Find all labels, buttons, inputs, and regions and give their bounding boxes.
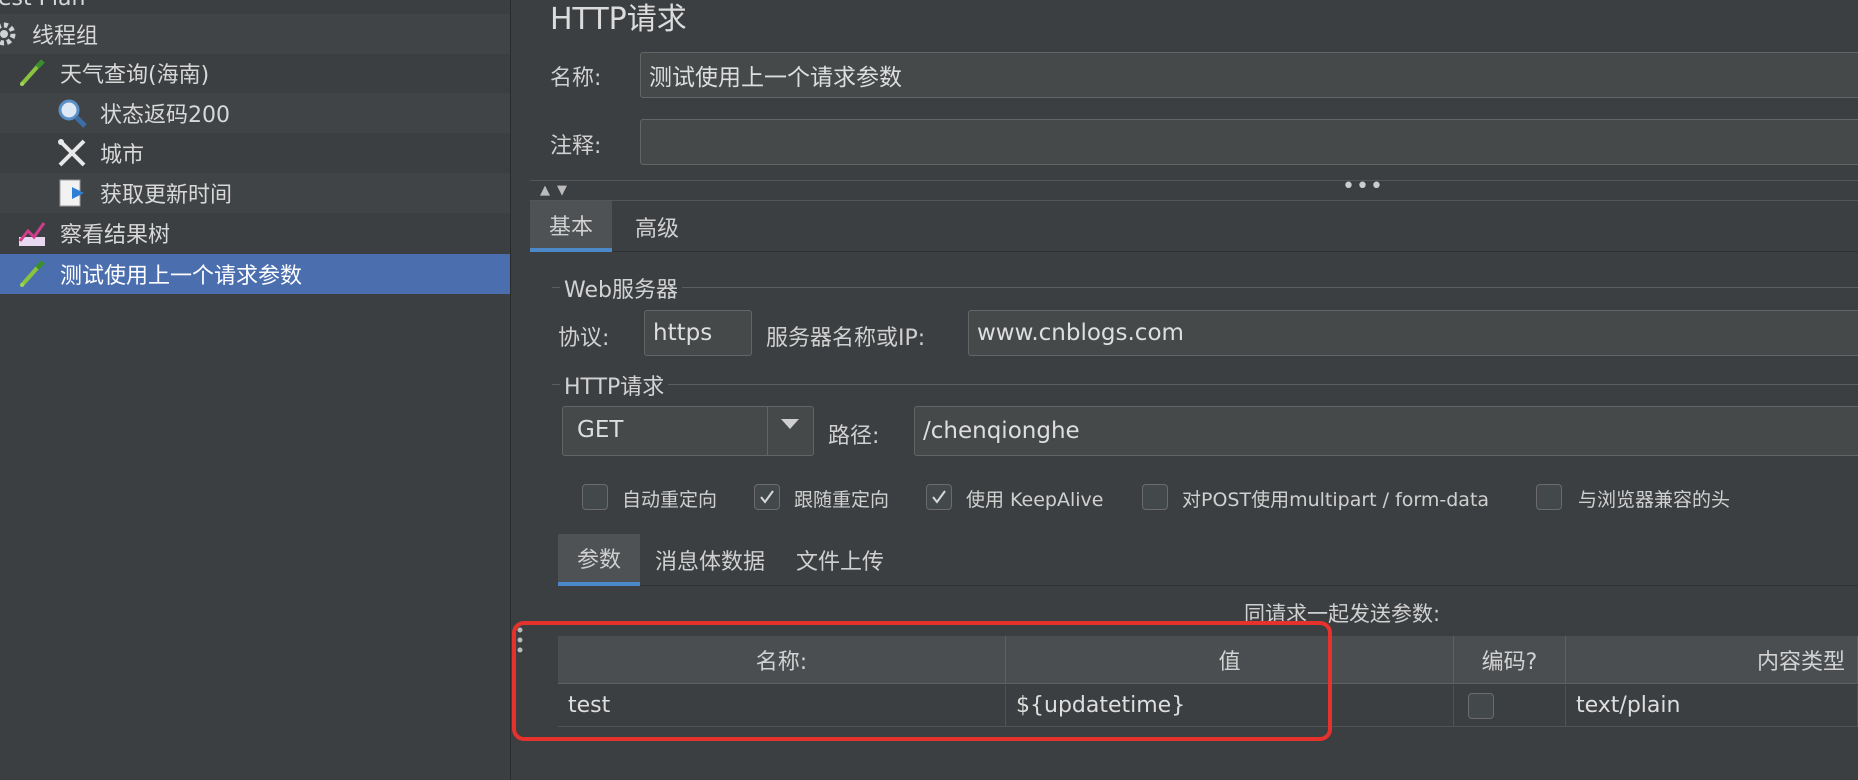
- param-encode-cell[interactable]: [1454, 685, 1566, 727]
- column-header-encode[interactable]: 编码?: [1454, 636, 1566, 684]
- auto-redirect-checkbox[interactable]: [582, 484, 608, 510]
- tree-item-city[interactable]: 城市: [0, 133, 510, 173]
- tree-item-extractor[interactable]: 获取更新时间: [0, 173, 510, 213]
- tree-item-label: 线程组: [32, 24, 99, 49]
- param-content-type-cell[interactable]: text/plain: [1566, 685, 1858, 727]
- tree-item-result-tree[interactable]: 察看结果树: [0, 213, 510, 253]
- tree-item-selected-request[interactable]: 测试使用上一个请求参数: [0, 254, 510, 294]
- tree-item-label: 天气查询(海南): [60, 63, 210, 88]
- method-select[interactable]: GET: [562, 406, 814, 456]
- browser-compatible-headers-checkbox[interactable]: [1536, 484, 1562, 510]
- keepalive-label: 使用 KeepAlive: [966, 489, 1104, 511]
- name-label: 名称:: [550, 66, 602, 91]
- tools-icon: [56, 137, 88, 169]
- tree-item-label: 城市: [100, 143, 145, 168]
- document-arrow-icon: [56, 177, 88, 209]
- tab-body-data[interactable]: 消息体数据: [640, 534, 780, 586]
- collapse-bar[interactable]: ▲ ▼ •••: [530, 174, 1858, 201]
- pipette-icon: [16, 57, 48, 89]
- collapse-down-icon[interactable]: ▼: [557, 183, 567, 198]
- tree-item-weather-query[interactable]: 天气查询(海南): [0, 53, 510, 93]
- keepalive-checkbox[interactable]: [926, 484, 952, 510]
- drag-handle-icon[interactable]: •••: [1342, 174, 1384, 199]
- method-value: GET: [577, 417, 624, 443]
- follow-redirect-checkbox[interactable]: [754, 484, 780, 510]
- chevron-down-icon[interactable]: [781, 419, 799, 429]
- comment-label: 注释:: [550, 134, 602, 159]
- tree-item-label: 测试使用上一个请求参数: [60, 264, 303, 289]
- server-field[interactable]: www.cnblogs.com: [968, 310, 1858, 356]
- tab-advanced[interactable]: 高级: [612, 201, 702, 252]
- follow-redirect-label: 跟随重定向: [794, 489, 890, 511]
- protocol-label: 协议:: [558, 326, 610, 351]
- tree-item-label: 获取更新时间: [100, 183, 233, 208]
- tab-basic[interactable]: 基本: [530, 201, 612, 252]
- protocol-field[interactable]: https: [644, 310, 752, 356]
- comment-field[interactable]: [640, 119, 1858, 165]
- checkmark-icon: [932, 490, 946, 504]
- tree-item-label: est Plan: [0, 0, 85, 11]
- tree-item-label: 察看结果树: [60, 223, 171, 248]
- page-title: HTTP请求: [550, 2, 687, 37]
- multipart-checkbox[interactable]: [1142, 484, 1168, 510]
- http-request-group-title: HTTP请求: [560, 369, 669, 401]
- test-plan-tree[interactable]: est Plan 线程组 天气查询(海南) 状态返码200 城市 获取更新时间: [0, 0, 510, 780]
- multipart-label: 对POST使用multipart / form-data: [1182, 489, 1490, 511]
- path-label: 路径:: [828, 424, 880, 449]
- highlight-annotation: [512, 621, 1332, 741]
- server-label: 服务器名称或IP:: [766, 326, 926, 351]
- column-header-content-type[interactable]: 内容类型: [1566, 636, 1858, 684]
- web-server-group-title: Web服务器: [560, 272, 682, 304]
- tab-parameters[interactable]: 参数: [558, 534, 640, 586]
- pipette-icon: [16, 258, 48, 290]
- browser-compatible-headers-label: 与浏览器兼容的头: [1578, 489, 1731, 511]
- chart-icon: [16, 217, 48, 249]
- gear-icon: [0, 18, 20, 50]
- magnifier-icon: [56, 97, 88, 129]
- encode-checkbox[interactable]: [1468, 692, 1494, 719]
- expand-up-icon[interactable]: ▲: [540, 183, 550, 198]
- path-field[interactable]: /chenqionghe: [914, 406, 1858, 456]
- tree-item-status-assertion[interactable]: 状态返码200: [0, 93, 510, 133]
- tree-item-thread-group[interactable]: 线程组: [0, 14, 510, 54]
- name-field[interactable]: 测试使用上一个请求参数: [640, 52, 1858, 98]
- tab-file-upload[interactable]: 文件上传: [780, 534, 900, 586]
- checkmark-icon: [760, 490, 774, 504]
- auto-redirect-label: 自动重定向: [622, 489, 718, 511]
- tree-item-label: 状态返码200: [100, 103, 230, 128]
